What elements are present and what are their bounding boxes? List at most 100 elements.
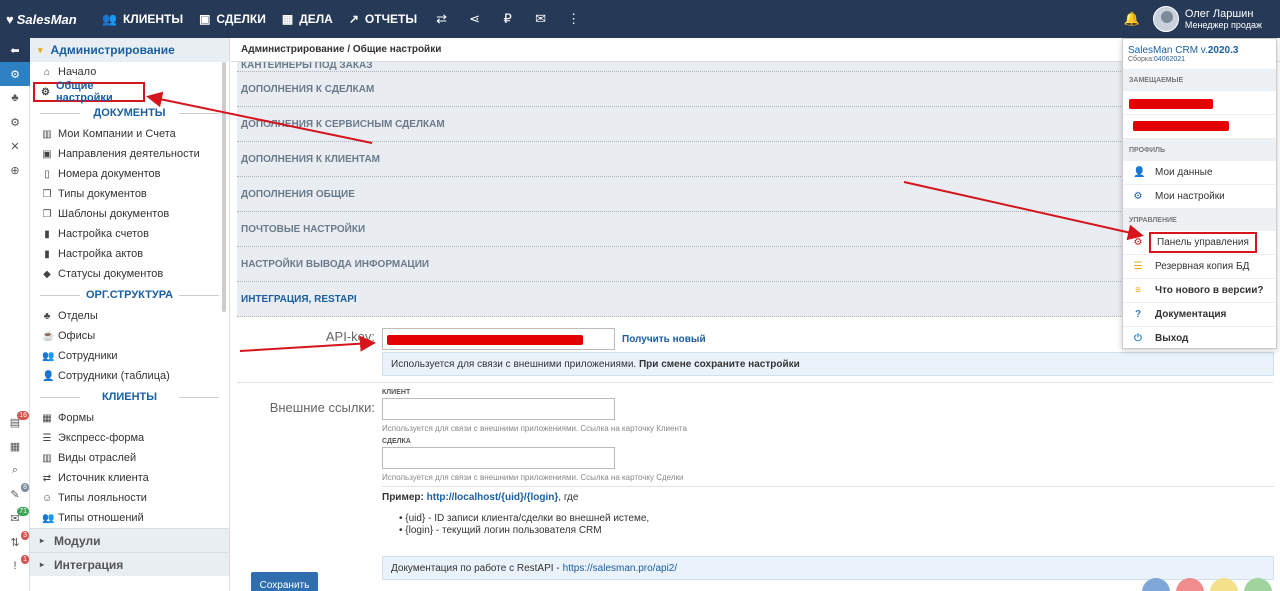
sidebar-group-modules[interactable]: ▸ Модули	[30, 528, 229, 552]
user-role: Менеджер продаж	[1184, 20, 1262, 30]
menu-my-settings[interactable]: ⚙ Мои настройки	[1123, 185, 1276, 209]
dd-section-manage: УПРАВЛЕНИЕ	[1123, 209, 1276, 231]
float-button-red[interactable]	[1176, 578, 1204, 591]
sidebar-item-doc-statuses[interactable]: ◆ Статусы документов	[30, 264, 229, 284]
more-icon[interactable]: ⋮	[557, 0, 590, 38]
gear-icon[interactable]: ⚙	[0, 62, 30, 86]
sidebar-scrollbar[interactable]	[222, 62, 226, 312]
sidebar-item-directions[interactable]: ▣ Направления деятельности	[30, 144, 229, 164]
sidebar-item-doc-types[interactable]: ❐ Типы документов	[30, 184, 229, 204]
redacted-user-1[interactable]	[1123, 91, 1276, 115]
sidebar-item-express-form[interactable]: ☰ Экспресс-форма	[30, 428, 229, 448]
cogs-icon[interactable]: ⚙	[0, 110, 30, 134]
mail-small-icon[interactable]: ✉ 71	[0, 506, 30, 530]
mail-icon[interactable]: ✉	[524, 0, 557, 38]
menu-whats-new[interactable]: ≡ Что нового в версии?	[1123, 279, 1276, 303]
sort-icon[interactable]: ⇅ 3	[0, 530, 30, 554]
accordion-display-settings[interactable]: НАСТРОЙКИ ВЫВОДА ИНФОРМАЦИИ	[237, 247, 1273, 282]
share-icon[interactable]: ⋖	[458, 0, 491, 38]
bell-icon[interactable]: 🔔	[1117, 11, 1147, 27]
float-button-blue[interactable]	[1142, 578, 1170, 591]
chat-icon[interactable]: ✎ 8	[0, 482, 30, 506]
section-org: ОРГ.СТРУКТУРА	[30, 284, 229, 306]
nav-tasks[interactable]: ▦ ДЕЛА	[274, 0, 341, 38]
menu-logout[interactable]: ⏻ Выход	[1123, 327, 1276, 351]
api-key-input[interactable]	[382, 328, 615, 350]
menu-my-data[interactable]: 👤 Мои данные	[1123, 161, 1276, 185]
deal-link-input[interactable]	[382, 447, 615, 469]
docs-link[interactable]: https://salesman.pro/api2/	[563, 563, 678, 574]
shuffle-icon[interactable]: ⇄	[425, 0, 458, 38]
accordion-service-deal-extras[interactable]: ДОПОЛНЕНИЯ К СЕРВИСНЫМ СДЕЛКАМ	[237, 107, 1273, 142]
sidebar-header[interactable]: ▾ Администрирование	[30, 38, 229, 62]
sidebar-item-start[interactable]: ⌂ Начало	[30, 62, 229, 82]
sidebar-item-employees-table[interactable]: 👤 Сотрудники (таблица)	[30, 366, 229, 386]
sidebar-item-general-settings[interactable]: ⚙ Общие настройки	[33, 80, 145, 104]
sidebar-item-doc-templates[interactable]: ❐ Шаблоны документов	[30, 204, 229, 224]
alert-icon[interactable]: ! 1	[0, 554, 30, 578]
client-link-input[interactable]	[382, 398, 615, 420]
nav-reports[interactable]: ↗ ОТЧЕТЫ	[341, 0, 425, 38]
chart-icon: ↗	[348, 12, 359, 26]
float-button-yellow[interactable]	[1210, 578, 1238, 591]
deal-caption: СДЕЛКА	[382, 438, 411, 445]
gear-icon: ⚙	[1133, 191, 1143, 202]
search-icon[interactable]: ⌕	[0, 458, 30, 482]
nav-deals[interactable]: ▣ СДЕЛКИ	[191, 0, 274, 38]
accordion-mail-settings[interactable]: ПОЧТОВЫЕ НАСТРОЙКИ	[237, 212, 1273, 247]
sidebar-item-act-settings[interactable]: ▮ Настройка актов	[30, 244, 229, 264]
dd-section-replace: ЗАМЕЩАЕМЫЕ	[1123, 69, 1276, 91]
smile-icon: ☺	[42, 492, 53, 504]
section-clients: КЛИЕНТЫ	[30, 386, 229, 408]
accordion-integration-restapi[interactable]: ИНТЕГРАЦИЯ, RESTAPI	[237, 282, 1273, 317]
menu-control-panel[interactable]: ⚙ Панель управления	[1123, 231, 1276, 255]
sidebar-item-industries[interactable]: ▥ Виды отраслей	[30, 448, 229, 468]
cogs-icon: ⚙	[1133, 237, 1143, 248]
sidebar-item-client-source[interactable]: ⇄ Источник клиента	[30, 468, 229, 488]
settings-accordion: КАНТЕЙНЕРЫ ПОД ЗАКАЗ ДОПОЛНЕНИЯ К СДЕЛКА…	[237, 62, 1273, 317]
save-button[interactable]: Сохранить	[251, 572, 318, 591]
admin-sidebar: ▾ Администрирование ⌂ Начало ⚙ Общие настро…	[30, 38, 230, 591]
sidebar-item-loyalty[interactable]: ☺ Типы лояльности	[30, 488, 229, 508]
menu-docs[interactable]: ? Документация	[1123, 303, 1276, 327]
float-button-green[interactable]	[1244, 578, 1272, 591]
sidebar-item-companies[interactable]: ▥ Мои Компании и Счета	[30, 124, 229, 144]
dd-section-profile: ПРОФИЛЬ	[1123, 139, 1276, 161]
app-logo[interactable]: ♥ SalesMan	[0, 12, 94, 27]
sidebar-item-departments[interactable]: ♣ Отделы	[30, 306, 229, 326]
accordion-common-extras[interactable]: ДОПОЛНЕНИЯ ОБЩИЕ	[237, 177, 1273, 212]
redacted-user-2[interactable]	[1123, 115, 1276, 139]
sidebar-item-offices[interactable]: ☕ Офисы	[30, 326, 229, 346]
section-documents: ДОКУМЕНТЫ	[30, 102, 229, 124]
nav-clients[interactable]: 👥 КЛИЕНТЫ	[94, 0, 191, 38]
accordion-client-extras[interactable]: ДОПОЛНЕНИЯ К КЛИЕНТАМ	[237, 142, 1273, 177]
example-bullets: • {uid} - ID записи клиента/сделки во вн…	[399, 513, 649, 537]
accordion-deal-extras[interactable]: ДОПОЛНЕНИЯ К СДЕЛКАМ	[237, 72, 1273, 107]
back-arrow-icon[interactable]: ⬅	[0, 38, 30, 62]
tasks-icon[interactable]: ▤ 16	[0, 410, 30, 434]
bullet-login: • {login} - текущий логин пользователя C…	[399, 525, 602, 536]
sitemap-icon[interactable]: ♣	[0, 86, 30, 110]
tools-icon[interactable]: ✕	[0, 134, 30, 158]
sidebar-item-doc-numbers[interactable]: ▯ Номера документов	[30, 164, 229, 184]
question-icon: ?	[1134, 309, 1142, 320]
sidebar-item-relations[interactable]: 👥 Типы отношений	[30, 508, 229, 528]
calendar-small-icon[interactable]: ▦	[0, 434, 30, 458]
table-icon: ▦	[42, 412, 52, 424]
get-new-key-link[interactable]: Получить новый	[622, 334, 706, 345]
users-icon: 👥	[42, 512, 55, 524]
sidebar-item-invoice-settings[interactable]: ▮ Настройка счетов	[30, 224, 229, 244]
user-menu[interactable]: Олег Ларшин Менеджер продаж	[1147, 0, 1280, 38]
sidebar-item-forms[interactable]: ▦ Формы	[30, 408, 229, 428]
menu-backup[interactable]: ☰ Резервная копия БД	[1123, 255, 1276, 279]
accordion-partial[interactable]: КАНТЕЙНЕРЫ ПОД ЗАКАЗ	[237, 62, 1273, 72]
example-line: Пример: http://localhost/{uid}/{login}, …	[382, 492, 579, 503]
plus-circle-icon[interactable]: ⊕	[0, 158, 30, 182]
sitemap-icon: ♣	[43, 310, 51, 322]
sidebar-item-employees[interactable]: 👥 Сотрудники	[30, 346, 229, 366]
sidebar-group-integration[interactable]: ▸ Интеграция	[30, 552, 229, 576]
calendar-icon: ▦	[281, 12, 294, 26]
user-name: Олег Ларшин	[1184, 8, 1254, 20]
file-icon: ▯	[44, 168, 50, 180]
ruble-icon[interactable]: ₽	[491, 0, 524, 38]
